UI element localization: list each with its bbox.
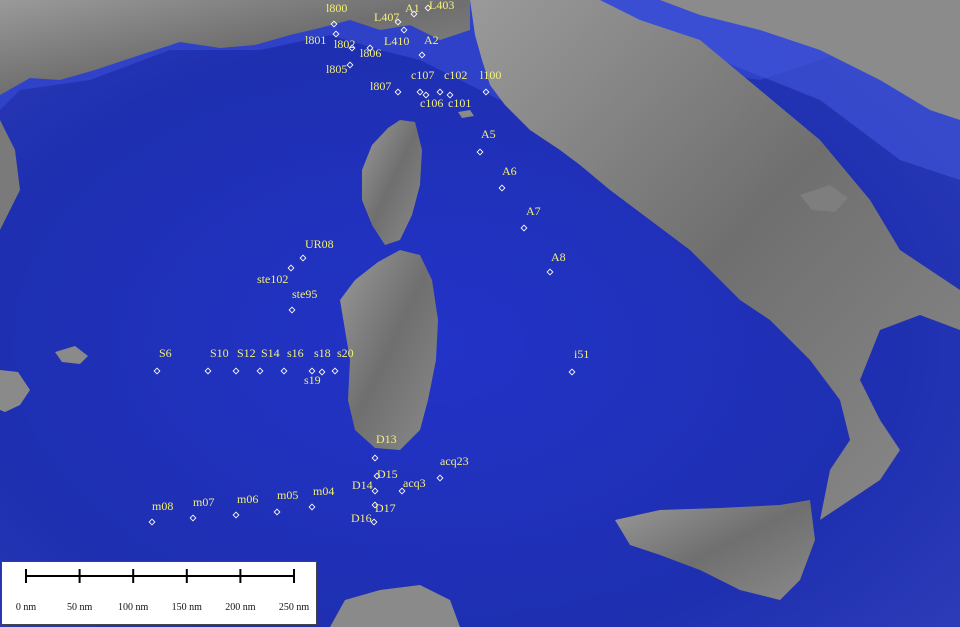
station-label: S14 <box>261 346 280 360</box>
station-label: l100 <box>480 68 501 82</box>
station-label: S6 <box>159 346 172 360</box>
station-label: D16 <box>351 511 372 525</box>
scale-tick-label: 200 nm <box>225 602 256 613</box>
station-label: UR08 <box>305 237 334 251</box>
station-label: L403 <box>429 0 454 12</box>
station-label: c102 <box>444 68 467 82</box>
station-l806: l806 <box>360 44 381 60</box>
station-label: ste95 <box>292 287 317 301</box>
station-label: l806 <box>360 46 381 60</box>
scale-tick-label: 250 nm <box>278 602 310 613</box>
station-label: A5 <box>481 127 496 141</box>
station-label: m04 <box>313 484 334 498</box>
station-label: s20 <box>337 346 354 360</box>
map-canvas: l800 L407 A1 L403 l801 l802 l806L410 A2 l805 l807… <box>0 0 960 627</box>
station-label: l802 <box>334 37 355 51</box>
station-label: D17 <box>375 501 396 515</box>
station-label: L407 <box>374 10 399 24</box>
scale-bar-ruler <box>25 569 295 583</box>
station-label: s19 <box>304 373 321 387</box>
station-label: s18 <box>314 346 331 360</box>
station-label: l801 <box>305 33 326 47</box>
scale-tick-label: 50 nm <box>66 602 93 613</box>
station-l403: L403 <box>424 0 454 12</box>
station-label: i51 <box>574 347 589 361</box>
station-label: l805 <box>326 62 347 76</box>
station-label: s16 <box>287 346 304 360</box>
scale-tick-label: 0 nm <box>15 602 37 613</box>
station-label: m06 <box>237 492 258 506</box>
station-l802: l802 <box>334 37 356 52</box>
scale-bar: 0 nm 50 nm 100 nm 150 nm 200 nm 250 nm <box>1 561 317 625</box>
station-label: S10 <box>210 346 229 360</box>
station-label: D14 <box>352 478 373 492</box>
station-label: D15 <box>377 467 398 481</box>
station-label: c101 <box>448 96 471 110</box>
station-d17: D17 <box>371 501 396 515</box>
station-label: S12 <box>237 346 256 360</box>
station-label: A1 <box>405 1 420 15</box>
station-label: A7 <box>526 204 541 218</box>
station-label: acq23 <box>440 454 469 468</box>
station-d15: D15 <box>373 467 398 481</box>
station-label: A8 <box>551 250 566 264</box>
station-label: m07 <box>193 495 214 509</box>
station-label: acq3 <box>403 476 426 490</box>
station-label: A6 <box>502 164 517 178</box>
station-label: c106 <box>420 96 443 110</box>
station-label: m05 <box>277 488 298 502</box>
station-a1: A1 <box>405 1 420 18</box>
station-label: D13 <box>376 432 397 446</box>
scale-tick-label: 100 nm <box>118 602 149 613</box>
station-l407: L407 <box>374 10 402 26</box>
station-label: A2 <box>424 33 439 47</box>
station-label: ste102 <box>257 272 288 286</box>
scale-tick-label: 150 nm <box>171 602 202 613</box>
station-label: c107 <box>411 68 434 82</box>
station-label: L410 <box>384 34 409 48</box>
station-label: l807 <box>370 79 391 93</box>
station-label: l800 <box>326 1 347 15</box>
station-label: m08 <box>152 499 173 513</box>
